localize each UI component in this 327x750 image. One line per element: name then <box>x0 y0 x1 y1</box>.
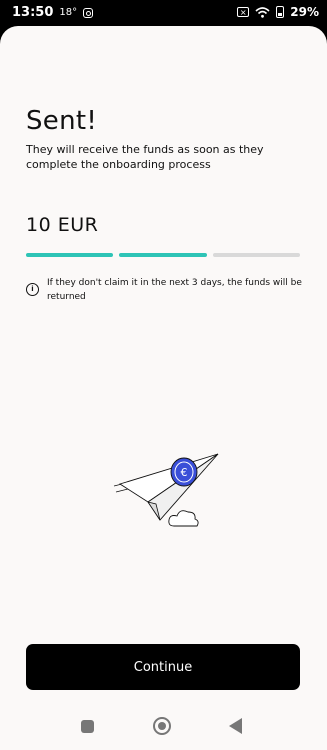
back-triangle-icon[interactable] <box>229 718 242 734</box>
sim-off-icon: × <box>237 7 250 17</box>
paper-plane-coin-illustration: € <box>113 453 219 527</box>
notice-text: If they don't claim it in the next 3 day… <box>47 278 302 302</box>
system-nav-bar <box>0 706 327 750</box>
page-subtitle: They will receive the funds as soon as t… <box>26 143 264 171</box>
square-icon[interactable] <box>81 720 94 733</box>
continue-button[interactable]: Continue <box>26 644 300 690</box>
page-title: Sent! <box>26 106 98 136</box>
wifi-icon <box>255 6 270 18</box>
status-bar: 13:50 18° × 29% <box>0 0 327 26</box>
status-right: × 29% <box>237 5 319 19</box>
confirmation-sheet: Sent! They will receive the funds as soo… <box>0 26 327 706</box>
progress-indicator <box>26 253 300 257</box>
progress-step-2 <box>119 253 207 257</box>
status-time: 13:50 <box>12 5 54 20</box>
battery-icon <box>276 6 285 18</box>
svg-text:€: € <box>181 466 188 479</box>
instagram-icon <box>83 7 94 18</box>
progress-step-3 <box>212 253 300 257</box>
status-left: 13:50 18° <box>12 5 94 20</box>
return-notice: i If they don't claim it in the next 3 d… <box>26 276 306 304</box>
progress-step-1 <box>26 253 114 257</box>
battery-percent: 29% <box>290 5 319 19</box>
status-temperature: 18° <box>59 7 78 18</box>
sent-amount: 10 EUR <box>26 214 99 236</box>
circle-icon[interactable] <box>153 717 171 735</box>
info-icon: i <box>26 283 39 296</box>
